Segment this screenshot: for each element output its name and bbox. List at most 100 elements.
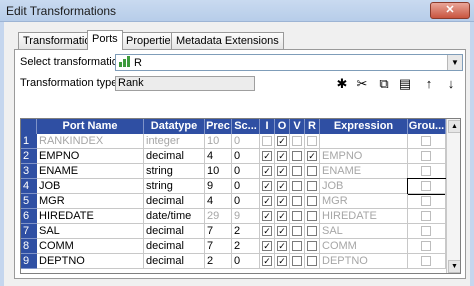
row-number[interactable]: 9 [21, 254, 37, 269]
cell-name[interactable]: EMPNO [37, 149, 144, 164]
cell-expression[interactable]: MGR [320, 194, 408, 209]
row-number[interactable]: 4 [21, 179, 37, 194]
checkbox-r[interactable] [307, 226, 317, 236]
cell-expression[interactable]: COMM [320, 239, 408, 254]
checkbox-group-by[interactable] [421, 151, 431, 161]
checkbox-r[interactable] [307, 211, 317, 221]
checkbox-o[interactable]: ✓ [277, 241, 287, 251]
checkbox-r[interactable]: ✓ [307, 151, 317, 161]
checkbox-v[interactable] [292, 151, 302, 161]
checkbox-i[interactable]: ✓ [262, 181, 272, 191]
table-row[interactable]: 7 SAL decimal 7 2 ✓ ✓ SAL [21, 224, 460, 239]
cell-prec[interactable]: 10 [205, 134, 232, 149]
row-number[interactable]: 3 [21, 164, 37, 179]
cell-expression[interactable] [320, 134, 408, 149]
cell-expression[interactable]: ENAME [320, 164, 408, 179]
checkbox-i[interactable]: ✓ [262, 241, 272, 251]
row-number[interactable]: 7 [21, 224, 37, 239]
table-row[interactable]: 6 HIREDATE date/time 29 9 ✓ ✓ HIREDATE [21, 209, 460, 224]
table-row[interactable]: 3 ENAME string 10 0 ✓ ✓ ENAME [21, 164, 460, 179]
cell-scale[interactable]: 9 [232, 209, 260, 224]
cell-type[interactable]: decimal [144, 224, 205, 239]
checkbox-v[interactable] [292, 181, 302, 191]
cell-scale[interactable]: 0 [232, 179, 260, 194]
cell-prec[interactable]: 29 [205, 209, 232, 224]
tab-metadata-extensions[interactable]: Metadata Extensions [171, 32, 284, 49]
checkbox-group-by[interactable] [421, 136, 431, 146]
row-number[interactable]: 5 [21, 194, 37, 209]
table-row[interactable]: 9 DEPTNO decimal 2 0 ✓ ✓ DEPTNO [21, 254, 460, 269]
table-row[interactable]: 4 JOB string 9 0 ✓ ✓ JOB [21, 178, 460, 195]
cell-prec[interactable]: 4 [205, 194, 232, 209]
copy-icon[interactable]: ⧉ [376, 76, 392, 92]
checkbox-v[interactable] [292, 211, 302, 221]
checkbox-i[interactable]: ✓ [262, 226, 272, 236]
col-variable[interactable]: V [290, 119, 305, 134]
cell-type[interactable]: string [144, 164, 205, 179]
cell-scale[interactable]: 2 [232, 224, 260, 239]
checkbox-o[interactable]: ✓ [277, 181, 287, 191]
cell-expression[interactable]: EMPNO [320, 149, 408, 164]
checkbox-r[interactable] [307, 196, 317, 206]
cell-prec[interactable]: 7 [205, 239, 232, 254]
cell-scale[interactable]: 0 [232, 134, 260, 149]
checkbox-group-by[interactable] [421, 196, 431, 206]
cell-scale[interactable]: 0 [232, 194, 260, 209]
cell-type[interactable]: date/time [144, 209, 205, 224]
new-port-icon[interactable]: ✱ [334, 76, 350, 92]
checkbox-v[interactable] [292, 256, 302, 266]
col-prec[interactable]: Prec [205, 119, 232, 134]
checkbox-i[interactable]: ✓ [262, 166, 272, 176]
checkbox-group-by[interactable] [421, 166, 431, 176]
scroll-up-icon[interactable]: ▲ [448, 120, 460, 133]
checkbox-i[interactable]: ✓ [262, 151, 272, 161]
checkbox-o[interactable]: ✓ [277, 151, 287, 161]
cell-scale[interactable]: 0 [232, 149, 260, 164]
cell-name[interactable]: ENAME [37, 164, 144, 179]
cell-expression[interactable]: JOB [320, 179, 408, 194]
cell-type[interactable]: integer [144, 134, 205, 149]
cell-expression[interactable]: DEPTNO [320, 254, 408, 269]
cell-scale[interactable]: 2 [232, 239, 260, 254]
cell-name[interactable]: JOB [37, 179, 144, 194]
cell-prec[interactable]: 9 [205, 179, 232, 194]
checkbox-o[interactable]: ✓ [277, 256, 287, 266]
cell-expression[interactable]: SAL [320, 224, 408, 239]
checkbox-group-by[interactable] [421, 226, 431, 236]
close-button[interactable]: ✕ [430, 2, 470, 19]
cut-icon[interactable]: ✂ [354, 76, 370, 92]
checkbox-r[interactable] [307, 166, 317, 176]
cell-name[interactable]: HIREDATE [37, 209, 144, 224]
chevron-down-icon[interactable]: ▼ [447, 55, 462, 70]
checkbox-group-by[interactable] [421, 211, 431, 221]
vertical-scrollbar[interactable]: ▲ ▼ [446, 119, 460, 273]
row-number[interactable]: 6 [21, 209, 37, 224]
col-group-by[interactable]: Grou... [408, 119, 446, 134]
table-row[interactable]: 5 MGR decimal 4 0 ✓ ✓ MGR [21, 194, 460, 209]
col-input[interactable]: I [260, 119, 275, 134]
checkbox-i[interactable]: ✓ [262, 256, 272, 266]
move-up-icon[interactable]: ↑ [421, 76, 437, 92]
paste-icon[interactable]: ▤ [397, 76, 413, 92]
checkbox-o[interactable]: ✓ [277, 166, 287, 176]
scroll-down-icon[interactable]: ▼ [448, 260, 460, 273]
checkbox-r[interactable] [307, 256, 317, 266]
row-number[interactable]: 8 [21, 239, 37, 254]
checkbox-i[interactable]: ✓ [262, 211, 272, 221]
col-expression[interactable]: Expression [320, 119, 408, 134]
cell-type[interactable]: decimal [144, 149, 205, 164]
checkbox-v[interactable] [292, 166, 302, 176]
checkbox-r[interactable] [307, 181, 317, 191]
cell-scale[interactable]: 0 [232, 164, 260, 179]
cell-prec[interactable]: 10 [205, 164, 232, 179]
row-number[interactable]: 2 [21, 149, 37, 164]
col-scale[interactable]: Sc... [232, 119, 260, 134]
checkbox-o[interactable]: ✓ [277, 226, 287, 236]
checkbox-v[interactable] [292, 136, 302, 146]
checkbox-group-by[interactable] [421, 256, 431, 266]
cell-name[interactable]: RANKINDEX [37, 134, 144, 149]
checkbox-o[interactable]: ✓ [277, 211, 287, 221]
row-number[interactable]: 1 [21, 134, 37, 149]
checkbox-i[interactable] [262, 136, 272, 146]
cell-type[interactable]: decimal [144, 194, 205, 209]
